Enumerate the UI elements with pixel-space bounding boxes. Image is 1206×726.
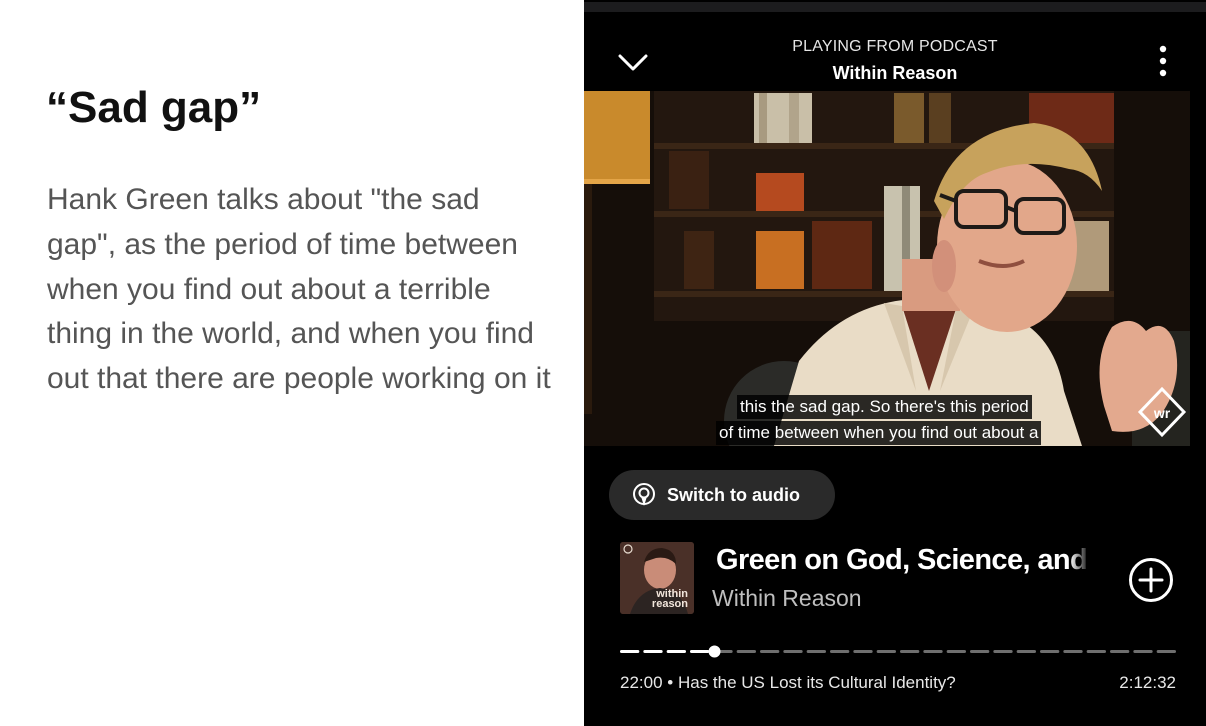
chapter-title: Has the US Lost its Cultural Identity? [677,673,956,692]
progress-segment [830,650,850,653]
progress-segment [1133,650,1153,653]
more-options-button[interactable] [1150,42,1176,80]
progress-segment [760,650,780,653]
progress-segment [946,650,966,653]
progress-segment [643,650,663,653]
video-watermark: wr [1153,405,1171,421]
episode-title[interactable]: Green on God, Science, and [716,544,1088,582]
switch-to-audio-label: Switch to audio [667,484,800,505]
progress-segment [620,650,640,653]
progress-track [620,645,1176,658]
progress-segment [876,650,896,653]
podcast-player: PLAYING FROM PODCAST Within Reason wr th… [584,0,1206,726]
header-title: Within Reason [832,63,958,83]
video-subtitle-line2: of time between when you find out about … [716,421,1042,445]
artwork-label-line2: reason [651,598,688,610]
progress-segment [666,650,686,653]
progress-segment [736,650,756,653]
slide-panel: “Sad gap” Hank Green talks about "the sa… [0,0,584,726]
progress-segment [993,650,1013,653]
video-scene: wr [584,91,1190,446]
progress-segment [806,650,826,653]
progress-segment [1086,650,1106,653]
progress-segment [853,650,873,653]
progress-segment [900,650,920,653]
chapter-info: 22:00 • Has the US Lost its Cultural Ide… [620,673,956,693]
episode-artwork[interactable]: within reason [620,542,694,614]
episode-title-fade [1070,544,1090,582]
show-name[interactable]: Within Reason [712,585,862,612]
progress-segment [690,650,710,653]
progress-segment [970,650,990,653]
progress-segment [1016,650,1036,653]
video-subtitle-line1: this the sad gap. So there's this period [737,395,1032,419]
progress-knob[interactable] [708,645,721,658]
header-subtitle: PLAYING FROM PODCAST [792,38,998,55]
slide-title: “Sad gap” [46,83,262,132]
progress-segment [1063,650,1083,653]
switch-to-audio-button[interactable]: Switch to audio [609,470,835,520]
podcast-icon [633,483,655,506]
progress-segment [923,650,943,653]
plus-circle-icon [1129,558,1173,602]
video-frame[interactable]: wr this the sad gap. So there's this per… [584,91,1190,446]
meta-separator: • [667,673,674,692]
current-time: 22:00 [620,673,663,692]
progress-segment [1110,650,1130,653]
playback-progress-bar[interactable] [620,641,1176,661]
artwork-label: within reason [650,589,688,610]
slide-body: Hank Green talks about "the sad gap", as… [47,183,551,396]
progress-segment [1040,650,1060,653]
progress-segment [1156,650,1176,653]
add-to-library-button[interactable] [1127,556,1175,604]
progress-segment [783,650,803,653]
more-vertical-icon [1159,45,1167,77]
total-duration: 2:12:32 [1119,673,1176,692]
status-bar [584,2,1206,12]
